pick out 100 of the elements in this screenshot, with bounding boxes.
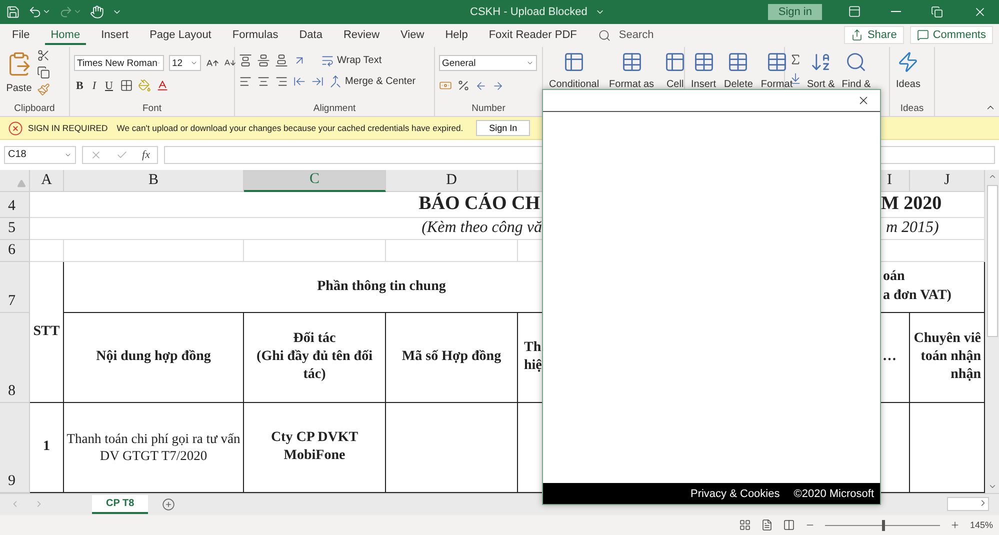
- scissors-icon: [37, 49, 50, 62]
- share-button[interactable]: Share: [844, 26, 904, 44]
- font-name-field[interactable]: Times New Roman: [74, 55, 164, 72]
- cancel-icon: [90, 148, 102, 161]
- increase-decimal-icon: [475, 80, 487, 92]
- cells-button[interactable]: Format: [758, 49, 795, 104]
- group-label: Ideas: [899, 103, 925, 116]
- table-header-cell: Đối tác (Ghi đầy đủ tên đối tác): [244, 312, 386, 403]
- sum-icon: [789, 53, 802, 66]
- cells-button[interactable]: Insert: [689, 49, 718, 104]
- undo-icon: [28, 4, 42, 19]
- align-middle-icon: [257, 54, 270, 68]
- wrap-text-button[interactable]: Wrap Text: [321, 54, 382, 68]
- ideas-button[interactable]: Ideas: [894, 49, 922, 104]
- zoom-level: 145%: [970, 520, 993, 530]
- column-header[interactable]: C: [244, 170, 386, 192]
- error-icon: [8, 120, 23, 136]
- styles-button[interactable]: Conditional: [547, 49, 602, 104]
- row-header[interactable]: 8: [0, 312, 30, 403]
- ribbon-tab[interactable]: Review: [337, 26, 386, 45]
- privacy-link[interactable]: Privacy & Cookies: [690, 488, 780, 500]
- decrease-decimal-icon: [492, 80, 504, 92]
- column-header[interactable]: J: [910, 170, 985, 192]
- ribbon-tab[interactable]: View: [394, 26, 430, 45]
- horizontal-scrollbar[interactable]: [947, 497, 989, 512]
- redo-icon: [59, 4, 73, 19]
- name-box[interactable]: C18: [4, 146, 76, 164]
- ribbon-display-icon: [848, 5, 861, 18]
- lightning-icon: [897, 51, 920, 74]
- merge-center-button[interactable]: Merge & Center: [329, 75, 416, 88]
- ribbon-tab[interactable]: Foxit Reader PDF: [482, 26, 583, 45]
- number-format-field[interactable]: General: [439, 55, 537, 72]
- search-icon: [845, 51, 868, 74]
- ribbon-tab[interactable]: Help: [439, 26, 474, 45]
- page-layout-icon: [760, 519, 773, 532]
- group-label: Alignment: [312, 103, 357, 116]
- insert-function-button[interactable]: fx: [142, 148, 150, 161]
- sheet-tab[interactable]: CP T8: [92, 494, 148, 514]
- table-icon: [620, 51, 643, 74]
- ribbon-tab[interactable]: Page Layout: [144, 26, 218, 45]
- styles-button[interactable]: Cell: [662, 49, 688, 104]
- align-center-icon: [257, 75, 270, 88]
- fill-bucket-icon: [138, 79, 151, 92]
- sign-in-button[interactable]: Sign In: [476, 120, 530, 136]
- vertical-scrollbar[interactable]: [985, 170, 999, 493]
- hand-icon: [90, 4, 104, 19]
- row-header[interactable]: 4: [0, 192, 30, 218]
- table-header-cell: Mã số Hợp đồng: [386, 312, 518, 403]
- report-title: BÁO CÁO CH: [418, 192, 540, 216]
- editing-button[interactable]: Find &: [840, 49, 873, 104]
- paste-button[interactable]: Paste: [4, 49, 34, 104]
- report-title: M 2020: [881, 192, 942, 216]
- minimize-icon[interactable]: [891, 11, 901, 12]
- group-label: Number: [470, 103, 506, 116]
- align-left-icon: [239, 75, 252, 88]
- search-field[interactable]: Search: [618, 29, 654, 42]
- row-header[interactable]: 6: [0, 240, 30, 262]
- table-header-cell: Nội dung hợp đồng: [64, 312, 244, 403]
- column-header[interactable]: D: [386, 170, 518, 192]
- percent-icon: [457, 79, 470, 92]
- bold-button[interactable]: B: [74, 80, 86, 92]
- column-header[interactable]: B: [64, 170, 244, 192]
- ribbon-tab[interactable]: Home: [44, 26, 86, 45]
- restore-icon: [931, 6, 943, 18]
- close-icon: [857, 94, 870, 107]
- ribbon-tab[interactable]: Formulas: [226, 26, 284, 45]
- underline-button[interactable]: U: [103, 80, 115, 92]
- align-top-icon: [239, 54, 252, 68]
- row-header[interactable]: 7: [0, 262, 30, 313]
- column-header[interactable]: A: [30, 170, 64, 192]
- increase-indent-icon: [311, 75, 324, 88]
- enter-icon: [116, 148, 128, 161]
- search-icon: [598, 28, 611, 42]
- report-subtitle: (Kèm theo công vă: [422, 218, 542, 238]
- styles-button[interactable]: Format as: [607, 49, 656, 104]
- align-bottom-icon: [275, 54, 288, 68]
- font-size-field[interactable]: 12: [169, 55, 201, 72]
- row-header[interactable]: 9: [0, 402, 30, 493]
- save-icon: [6, 4, 20, 19]
- normal-view-icon: [738, 519, 751, 532]
- row-header[interactable]: 5: [0, 218, 30, 240]
- comments-button[interactable]: Comments: [910, 26, 993, 44]
- zoom-thumb[interactable]: [882, 520, 886, 531]
- cells-button[interactable]: Delete: [722, 49, 755, 104]
- notification-title: SIGN IN REQUIRED: [28, 123, 108, 134]
- ribbon-tab[interactable]: File: [6, 26, 36, 45]
- sign-in-button[interactable]: Sign in: [768, 4, 822, 20]
- select-all-icon: [17, 178, 26, 188]
- copyright-text: ©2020 Microsoft: [794, 488, 874, 500]
- ribbon-tab[interactable]: Data: [293, 26, 328, 45]
- table-icon: [664, 51, 686, 74]
- wrap-icon: [321, 54, 334, 68]
- italic-button[interactable]: I: [90, 80, 98, 92]
- ribbon-tab[interactable]: Insert: [95, 26, 135, 45]
- editing-button[interactable]: Sort &: [805, 49, 837, 104]
- merge-icon: [329, 75, 342, 88]
- table-header-cell: STT: [30, 262, 64, 403]
- group-label: Clipboard: [13, 103, 56, 116]
- table-icon: [766, 51, 788, 74]
- group-label: Font: [141, 103, 162, 116]
